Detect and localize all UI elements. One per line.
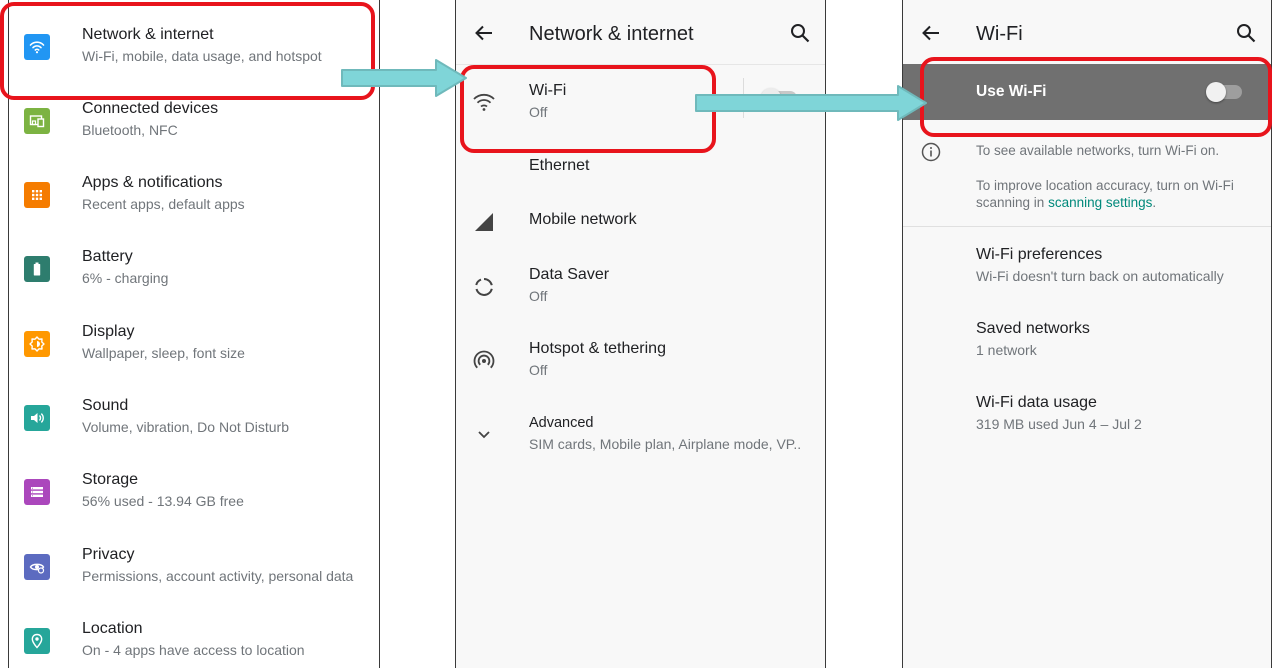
settings-item-battery[interactable]: Battery 6% - charging xyxy=(9,232,379,306)
page-title: Wi-Fi xyxy=(976,23,1023,45)
wifi-data-usage-item[interactable]: Wi-Fi data usage 319 MB used Jun 4 – Jul… xyxy=(903,378,1271,452)
wifi-screen: Wi-Fi Use Wi-Fi To see available network… xyxy=(902,0,1272,668)
speaker-icon xyxy=(24,405,50,431)
wifi-item-subtitle: Wi-Fi doesn't turn back on automatically xyxy=(976,268,1224,284)
settings-item-title: Connected devices xyxy=(82,100,219,117)
settings-item-location[interactable]: Location On - 4 apps have access to loca… xyxy=(9,604,379,668)
scanning-info-text: To improve location accuracy, turn on Wi… xyxy=(976,177,1261,211)
info-icon xyxy=(921,142,941,162)
search-icon[interactable] xyxy=(789,22,811,44)
settings-item-privacy[interactable]: Privacy Permissions, account activity, p… xyxy=(9,530,379,604)
settings-item-connected-devices[interactable]: Connected devices Bluetooth, NFC xyxy=(9,84,379,158)
privacy-eye-icon xyxy=(24,554,50,580)
settings-item-subtitle: Permissions, account activity, personal … xyxy=(82,568,354,584)
network-item-subtitle: Off xyxy=(529,288,548,304)
battery-icon xyxy=(24,256,50,282)
wifi-item-subtitle: 1 network xyxy=(976,342,1037,358)
network-item-subtitle: SIM cards, Mobile plan, Airplane mode, V… xyxy=(529,436,802,452)
apps-grid-icon xyxy=(24,182,50,208)
signal-icon xyxy=(475,213,493,231)
chevron-down-icon xyxy=(478,431,490,439)
settings-item-title: Storage xyxy=(82,471,139,488)
use-wifi-bar[interactable]: Use Wi-Fi xyxy=(903,64,1271,120)
network-item-title: Wi-Fi xyxy=(529,82,567,99)
network-item-title: Mobile network xyxy=(529,211,637,228)
use-wifi-label: Use Wi-Fi xyxy=(976,83,1047,100)
app-bar: Network & internet xyxy=(456,0,825,65)
wifi-outline-icon xyxy=(473,93,495,111)
settings-item-display[interactable]: Display Wallpaper, sleep, font size xyxy=(9,307,379,381)
toggle-thumb xyxy=(1206,82,1226,102)
arrow-to-wifi-screen xyxy=(695,85,927,121)
network-item-title: Ethernet xyxy=(529,157,590,174)
wifi-icon xyxy=(24,34,50,60)
network-item-title: Data Saver xyxy=(529,266,610,283)
scanning-settings-link[interactable]: scanning settings xyxy=(1048,195,1152,210)
connected-devices-icon xyxy=(24,108,50,134)
network-item-mobile[interactable]: Mobile network xyxy=(456,190,825,250)
network-item-advanced[interactable]: Advanced SIM cards, Mobile plan, Airplan… xyxy=(456,398,825,472)
back-arrow-icon[interactable] xyxy=(920,22,942,44)
settings-item-subtitle: Wi-Fi, mobile, data usage, and hotspot xyxy=(82,48,322,64)
wifi-item-title: Wi-Fi data usage xyxy=(976,394,1097,411)
settings-item-title: Privacy xyxy=(82,546,135,563)
settings-item-subtitle: Recent apps, default apps xyxy=(82,196,245,212)
app-bar: Wi-Fi xyxy=(903,0,1271,64)
settings-item-title: Battery xyxy=(82,248,133,265)
data-saver-icon xyxy=(475,278,493,297)
scanning-info-suffix: . xyxy=(1152,195,1157,210)
settings-item-title: Apps & notifications xyxy=(82,174,223,191)
search-icon[interactable] xyxy=(1235,22,1257,44)
network-item-title: Advanced xyxy=(529,415,594,431)
settings-item-subtitle: Volume, vibration, Do Not Disturb xyxy=(82,419,289,435)
wifi-preferences-item[interactable]: Wi-Fi preferences Wi-Fi doesn't turn bac… xyxy=(903,230,1271,304)
settings-item-apps[interactable]: Apps & notifications Recent apps, defaul… xyxy=(9,158,379,232)
settings-item-subtitle: On - 4 apps have access to location xyxy=(82,642,305,658)
network-item-data-saver[interactable]: Data Saver Off xyxy=(456,250,825,324)
settings-item-subtitle: 56% used - 13.94 GB free xyxy=(82,493,244,509)
settings-screen: Network & internet Wi-Fi, mobile, data u… xyxy=(8,0,380,668)
settings-item-title: Network & internet xyxy=(82,26,214,43)
wifi-item-title: Saved networks xyxy=(976,320,1090,337)
hotspot-icon xyxy=(473,350,495,369)
network-item-subtitle: Off xyxy=(529,104,548,120)
settings-item-subtitle: 6% - charging xyxy=(82,270,169,286)
use-wifi-toggle[interactable] xyxy=(1206,82,1242,102)
settings-item-subtitle: Bluetooth, NFC xyxy=(82,122,178,138)
page-title: Network & internet xyxy=(529,23,694,45)
settings-item-title: Location xyxy=(82,620,143,637)
settings-item-subtitle: Wallpaper, sleep, font size xyxy=(82,345,245,361)
network-item-title: Hotspot & tethering xyxy=(529,340,666,357)
back-arrow-icon[interactable] xyxy=(473,22,495,44)
network-item-subtitle: Off xyxy=(529,362,548,378)
settings-item-title: Sound xyxy=(82,397,129,414)
settings-item-storage[interactable]: Storage 56% used - 13.94 GB free xyxy=(9,455,379,529)
settings-item-network[interactable]: Network & internet Wi-Fi, mobile, data u… xyxy=(9,10,379,84)
divider xyxy=(903,226,1271,227)
arrow-to-network-screen xyxy=(341,59,467,97)
wifi-item-title: Wi-Fi preferences xyxy=(976,246,1103,263)
location-pin-icon xyxy=(24,628,50,654)
network-item-ethernet[interactable]: Ethernet xyxy=(456,140,825,190)
storage-icon xyxy=(24,479,50,505)
brightness-icon xyxy=(24,331,50,357)
saved-networks-item[interactable]: Saved networks 1 network xyxy=(903,304,1271,378)
wifi-off-info-text: To see available networks, turn Wi-Fi on… xyxy=(976,143,1220,158)
wifi-item-subtitle: 319 MB used Jun 4 – Jul 2 xyxy=(976,416,1142,432)
settings-item-sound[interactable]: Sound Volume, vibration, Do Not Disturb xyxy=(9,381,379,455)
settings-item-title: Display xyxy=(82,323,135,340)
network-item-hotspot[interactable]: Hotspot & tethering Off xyxy=(456,324,825,398)
